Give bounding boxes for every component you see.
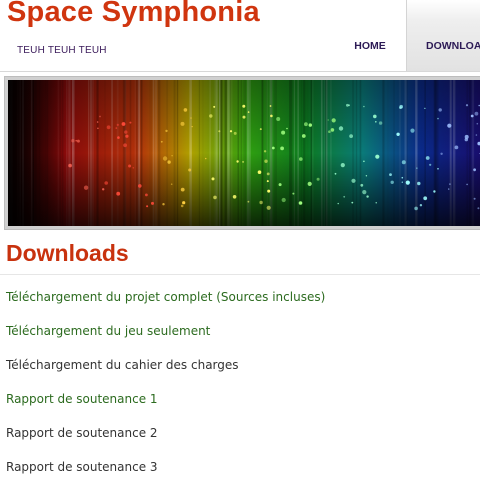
download-link-report-1[interactable]: Rapport de soutenance 1	[6, 392, 158, 406]
download-link-game-only[interactable]: Téléchargement du jeu seulement	[6, 324, 210, 338]
banner-frame	[4, 76, 480, 230]
heading-divider	[0, 274, 480, 275]
download-link-report-3[interactable]: Rapport de soutenance 3	[6, 460, 158, 474]
site-tagline: TEUH TEUH TEUH	[17, 45, 107, 56]
banner-image	[8, 80, 480, 226]
nav-home[interactable]: HOME	[334, 0, 406, 71]
download-link-specifications[interactable]: Téléchargement du cahier des charges	[6, 358, 239, 372]
nav-downloads[interactable]: DOWNLOADS	[406, 0, 480, 71]
rainbow-banner-graphic	[8, 80, 480, 226]
download-link-full-project[interactable]: Téléchargement du projet complet (Source…	[6, 290, 325, 304]
page-title: Downloads	[6, 240, 129, 266]
header-divider	[0, 71, 480, 72]
site-title[interactable]: Space Symphonia	[7, 0, 260, 29]
download-link-report-2[interactable]: Rapport de soutenance 2	[6, 426, 158, 440]
site-header: Space Symphonia TEUH TEUH TEUH HOME DOWN…	[0, 0, 480, 72]
